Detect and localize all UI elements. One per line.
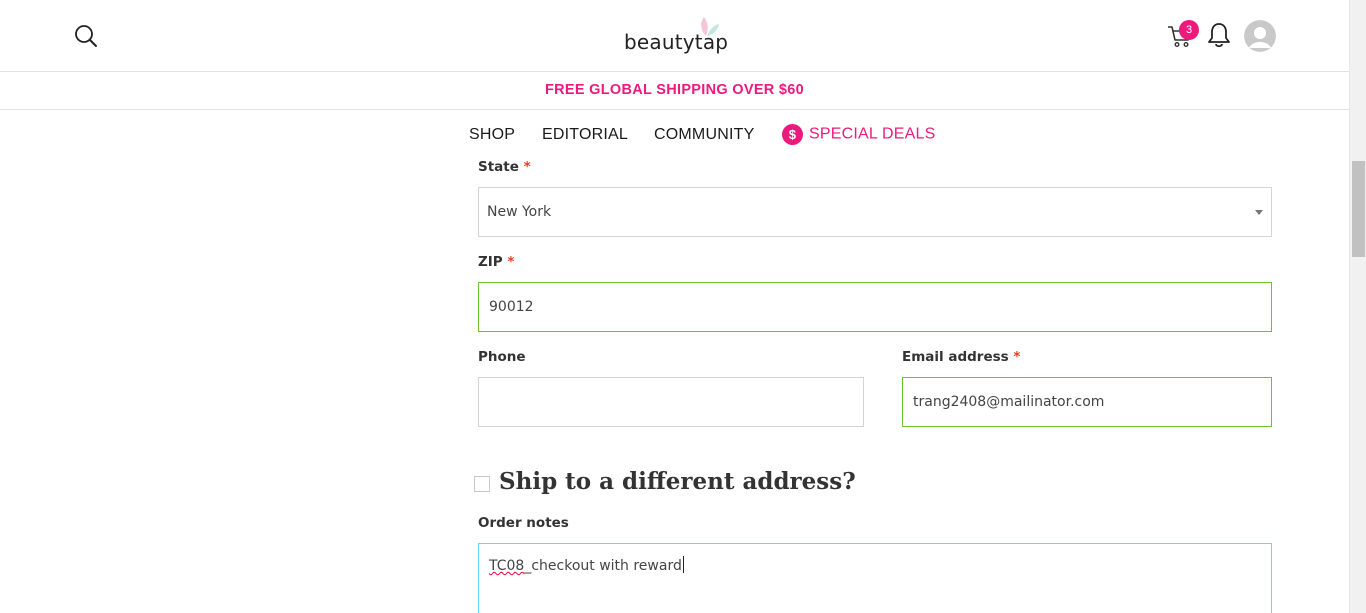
nav-community[interactable]: COMMUNITY — [654, 126, 754, 144]
required-asterisk: * — [523, 159, 531, 175]
promo-bar: FREE GLOBAL SHIPPING OVER $60 — [0, 72, 1349, 110]
main-nav: SHOP EDITORIAL COMMUNITY $ SPECIAL DEALS — [0, 110, 1349, 158]
zip-field-value: 90012 — [489, 299, 534, 315]
site-header: beautytap 3 — [0, 0, 1349, 72]
ship-different-heading[interactable]: Ship to a different address? — [499, 468, 856, 495]
zip-field[interactable]: 90012 — [478, 282, 1272, 332]
logo[interactable]: beautytap — [620, 14, 730, 58]
required-asterisk: * — [1013, 349, 1021, 365]
required-asterisk: * — [507, 254, 515, 270]
phone-field[interactable] — [478, 377, 864, 427]
phone-label: Phone — [478, 349, 526, 365]
email-field[interactable]: trang2408@mailinator.com — [902, 377, 1272, 427]
nav-editorial[interactable]: EDITORIAL — [542, 126, 628, 144]
email-label-text: Email address — [902, 349, 1009, 365]
order-notes-value-rest: _checkout with reward — [524, 558, 682, 574]
order-notes-textarea[interactable]: TC08_checkout with reward — [478, 543, 1272, 613]
email-field-value: trang2408@mailinator.com — [913, 394, 1105, 410]
avatar-icon[interactable] — [1244, 20, 1276, 52]
bell-icon[interactable] — [1205, 20, 1233, 50]
state-select[interactable]: New York — [478, 187, 1272, 237]
search-icon[interactable] — [72, 22, 100, 50]
text-caret — [682, 556, 684, 573]
page-scrollbar[interactable] — [1349, 0, 1366, 613]
promo-text: FREE GLOBAL SHIPPING OVER $60 — [544, 82, 805, 98]
nav-special-deals[interactable]: $ SPECIAL DEALS — [782, 124, 936, 145]
state-label: State * — [478, 159, 531, 175]
zip-label: ZIP * — [478, 254, 514, 270]
nav-special-deals-label: SPECIAL DEALS — [809, 125, 936, 143]
scrollbar-thumb[interactable] — [1352, 161, 1365, 257]
dollar-icon: $ — [782, 124, 803, 145]
chevron-down-icon — [1255, 210, 1263, 215]
nav-shop[interactable]: SHOP — [469, 126, 515, 144]
zip-label-text: ZIP — [478, 254, 503, 270]
order-notes-value-prefix: TC08 — [489, 558, 525, 574]
phone-label-text: Phone — [478, 349, 526, 365]
cart-count-badge: 3 — [1179, 20, 1199, 40]
logo-text: beautytap — [624, 30, 729, 54]
state-label-text: State — [478, 159, 519, 175]
order-notes-label-text: Order notes — [478, 515, 569, 531]
email-label: Email address * — [902, 349, 1020, 365]
state-select-value: New York — [487, 204, 552, 220]
order-notes-label: Order notes — [478, 515, 569, 531]
ship-different-checkbox[interactable] — [474, 476, 490, 492]
